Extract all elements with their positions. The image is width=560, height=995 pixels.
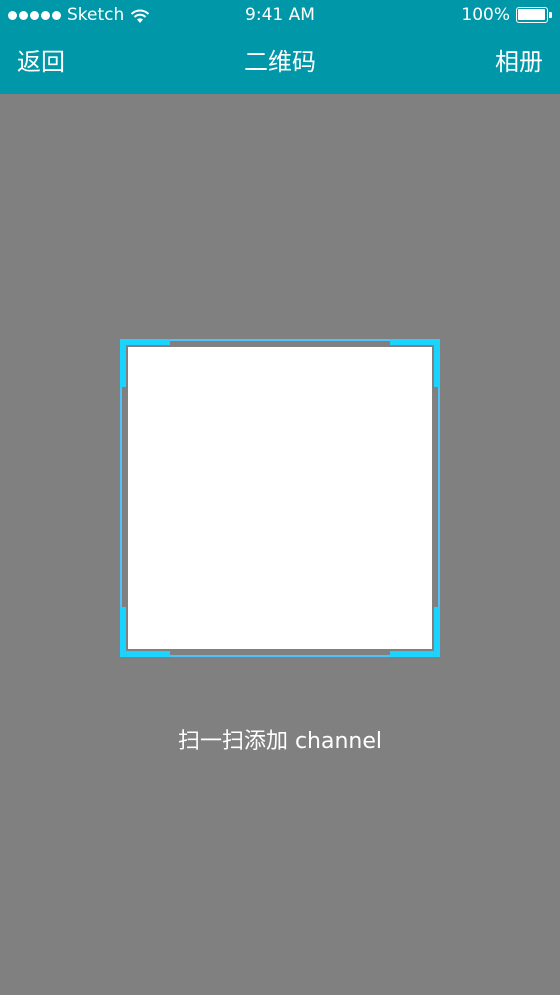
battery-percent: 100%	[461, 5, 510, 25]
corner-bottom-right	[390, 651, 440, 657]
qr-scan-frame	[120, 339, 440, 657]
album-button[interactable]: 相册	[495, 30, 543, 94]
corner-top-right	[390, 339, 440, 345]
status-right: 100%	[461, 0, 552, 30]
scan-hint-text: 扫一扫添加 channel	[177, 729, 383, 754]
corner-bottom-left-vertical	[120, 607, 126, 657]
corner-bottom-right-vertical	[434, 607, 440, 657]
corner-top-left-vertical	[120, 339, 126, 387]
qr-scan-area	[128, 347, 432, 649]
status-bar: Sketch 9:41 AM 100%	[0, 0, 560, 30]
corner-top-right-vertical	[434, 339, 440, 387]
page-title: 二维码	[244, 48, 316, 76]
battery-icon	[516, 7, 552, 23]
corner-bottom-left	[120, 651, 170, 657]
corner-top-left	[120, 339, 170, 345]
nav-bar: 返回 二维码 相册	[0, 30, 560, 94]
header: Sketch 9:41 AM 100% 返回 二维码 相册	[0, 0, 560, 94]
